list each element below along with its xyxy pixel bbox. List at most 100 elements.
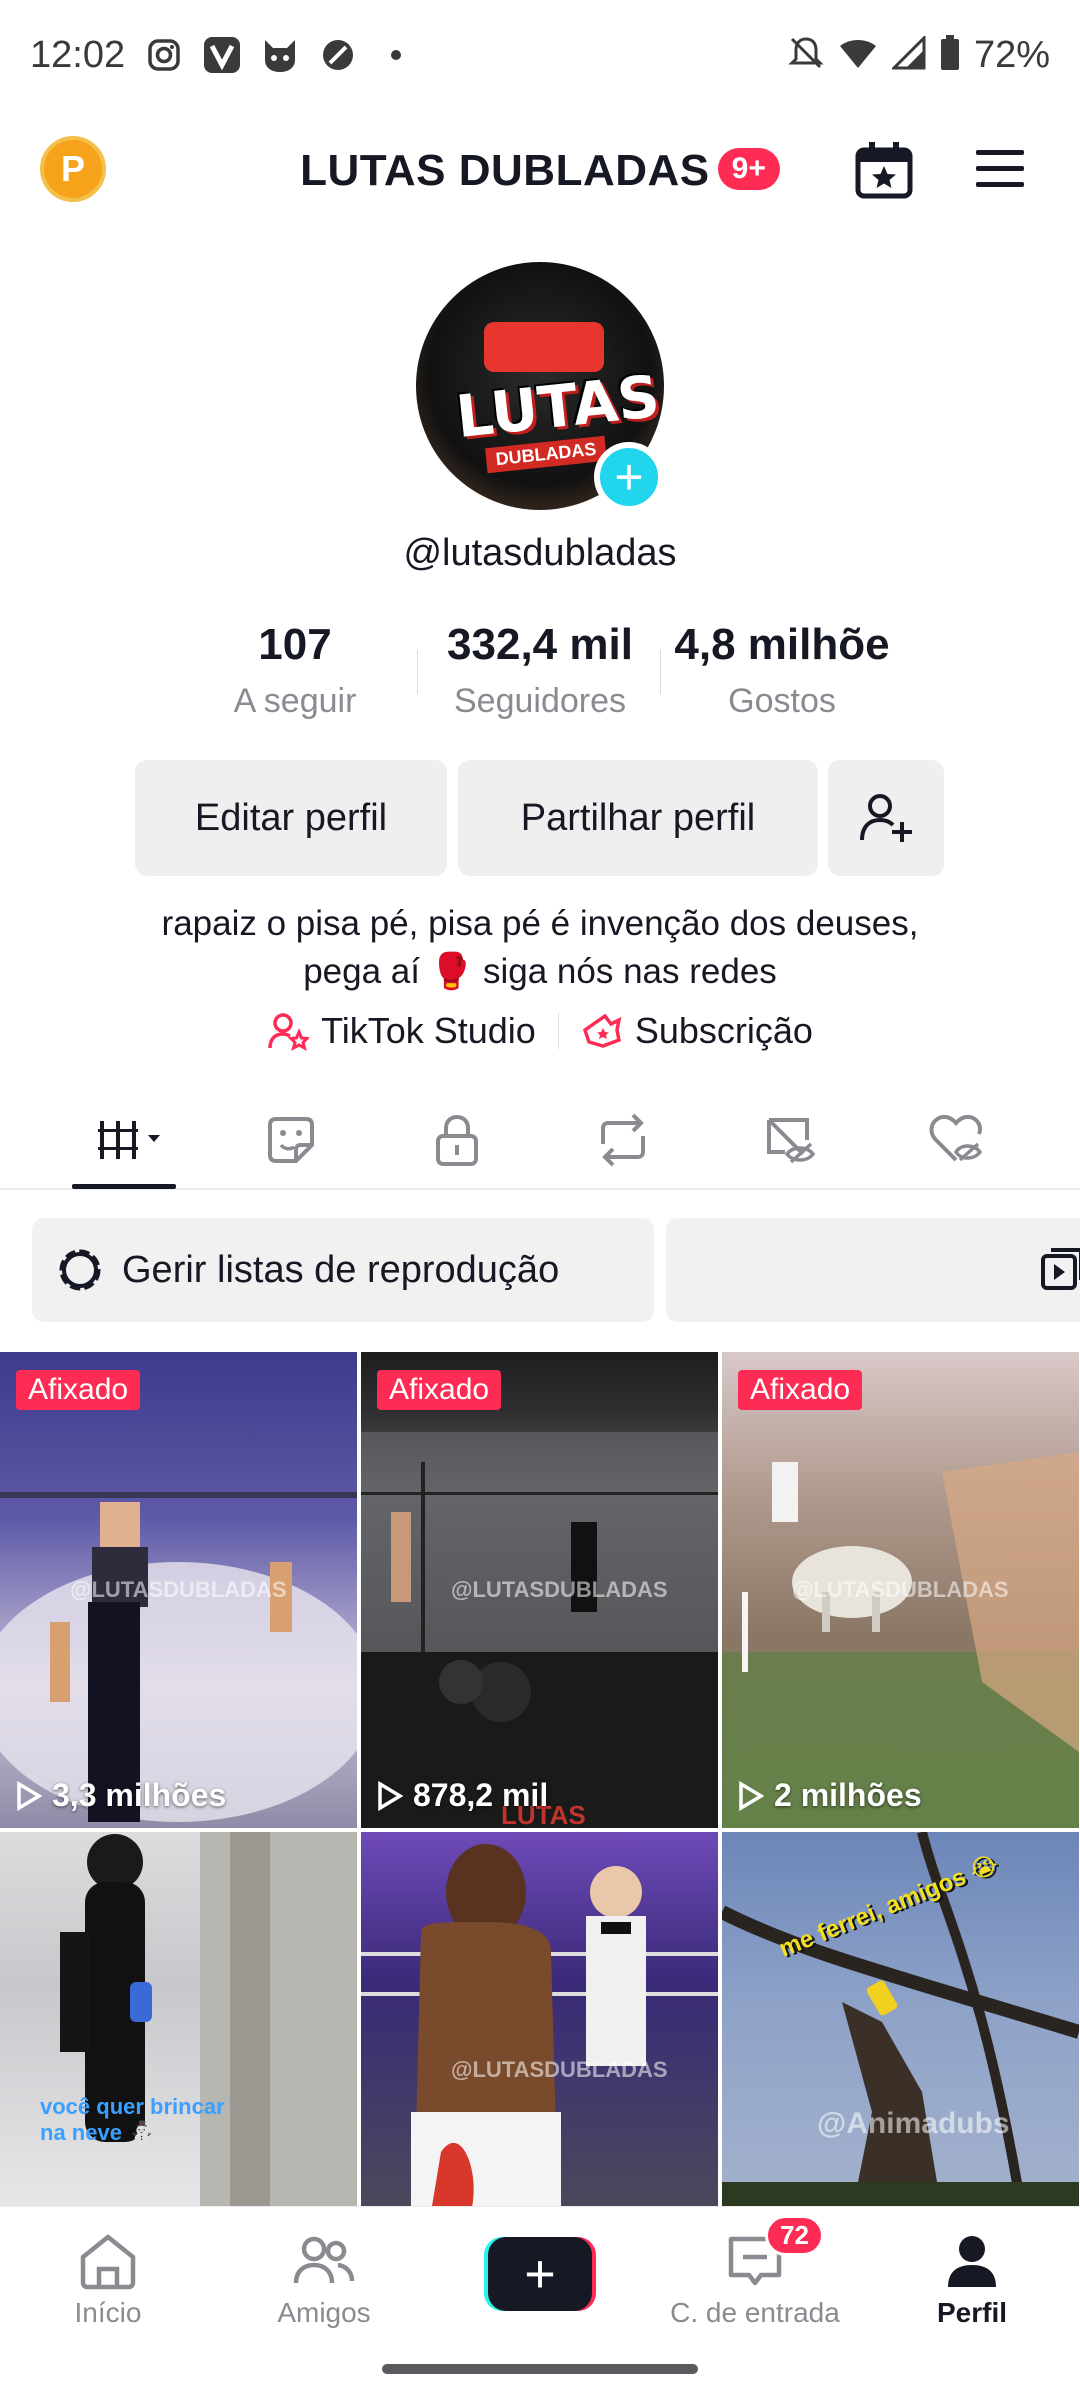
video-thumbnail[interactable]: @LUTASDUBLADAS — [361, 1832, 718, 2212]
video-thumbnail[interactable]: me ferrei, amigos 😭 @Animadubs — [722, 1832, 1079, 2212]
stat-label: Gostos — [728, 682, 836, 720]
calendar-star-button[interactable] — [852, 138, 916, 202]
video-thumbnail[interactable]: você quer brincar na neve ⛄ — [0, 1832, 357, 2212]
view-count-label: 3,3 milhões — [52, 1777, 227, 1813]
active-tab-indicator — [72, 1184, 176, 1189]
playlist-card[interactable] — [666, 1218, 1080, 1322]
pinned-badge: Afixado — [377, 1370, 502, 1410]
watermark: @LUTASDUBLADAS — [451, 2057, 668, 2082]
tab-private[interactable] — [422, 1108, 492, 1172]
profile-bio: rapaiz o pisa pé, pisa pé é invenção dos… — [0, 900, 1080, 996]
signal-icon — [890, 34, 926, 75]
stat-value: 107 — [258, 620, 332, 669]
add-story-button[interactable]: + — [594, 442, 664, 512]
share-profile-label: Partilhar perfil — [520, 796, 756, 839]
username: @lutasdubladas — [403, 532, 677, 574]
plus-icon: + — [488, 2237, 592, 2311]
studio-icon — [268, 1013, 310, 1052]
tab-liked[interactable] — [922, 1108, 992, 1172]
add-friend-button[interactable] — [828, 760, 944, 876]
stat-likes[interactable]: 4,8 milhõe Gostos — [662, 620, 902, 721]
video-thumbnail[interactable]: @LUTASDUBLADAS LUTAS Afixado 878,2 mil — [361, 1352, 718, 1828]
liked-hidden-icon — [929, 1114, 983, 1162]
stat-label: A seguir — [233, 682, 357, 720]
share-profile-button[interactable]: Partilhar perfil — [458, 760, 818, 876]
hidden-icon — [767, 1118, 816, 1164]
watermark: @LUTASDUBLADAS — [451, 1577, 668, 1602]
edit-profile-button[interactable]: Editar perfil — [135, 760, 447, 876]
profile-links: TikTok Studio Subscrição — [0, 1010, 1080, 1052]
no-sign-icon — [319, 36, 357, 74]
play-icon — [17, 1780, 42, 1811]
private-lock-icon — [436, 1114, 478, 1166]
edit-profile-label: Editar perfil — [194, 796, 388, 839]
link-divider — [557, 1013, 559, 1049]
avatar-logo-shape — [484, 322, 604, 372]
nav-profile[interactable]: Perfil — [882, 2229, 1062, 2329]
tiktok-studio-link[interactable]: TikTok Studio — [267, 1010, 536, 1052]
subscription-icon — [582, 1013, 622, 1048]
view-count: 2 milhões — [738, 1777, 922, 1814]
stat-value: 332,4 mil — [447, 620, 633, 669]
hamburger-icon — [976, 150, 1024, 187]
status-time: 12:02 — [30, 34, 126, 76]
gear-icon — [59, 1249, 101, 1291]
watermark: @LUTASDUBLADAS — [70, 1577, 287, 1602]
pinned-badge: Afixado — [16, 1370, 141, 1410]
thumbnail-art — [60, 1832, 357, 2212]
view-count: 3,3 milhões — [16, 1777, 226, 1814]
profile-title: LUTAS DUBLADAS — [300, 146, 710, 195]
status-bar: 12:02 72% — [0, 0, 1080, 110]
home-icon — [80, 2234, 136, 2290]
manage-playlists-button[interactable]: Gerir listas de reprodução — [32, 1218, 654, 1322]
v-app-icon — [203, 36, 241, 74]
notification-badge[interactable]: 9+ — [717, 148, 780, 190]
add-user-icon — [860, 794, 912, 842]
battery-percent: 72% — [973, 34, 1050, 76]
inbox-badge: 72 — [765, 2215, 824, 2256]
video-caption: você quer brincar na neve ⛄ — [40, 2094, 225, 2145]
create-button[interactable]: + — [484, 2237, 596, 2311]
stat-following[interactable]: 107 A seguir — [175, 620, 415, 721]
instagram-icon — [145, 36, 183, 74]
video-thumbnail[interactable]: @LUTASDUBLADAS Afixado 2 milhões — [722, 1352, 1079, 1828]
plus-icon: + — [614, 449, 644, 505]
tab-videos[interactable] — [90, 1108, 170, 1172]
content-tabs — [0, 1090, 1080, 1190]
stat-divider — [417, 650, 418, 694]
play-icon — [378, 1780, 403, 1811]
view-count: 878,2 mil — [377, 1777, 548, 1814]
stat-value: 4,8 milhõe — [674, 620, 890, 669]
nav-friends-label: Amigos — [277, 2297, 371, 2328]
tiktok-studio-label: TikTok Studio — [321, 1010, 536, 1051]
battery-icon — [940, 35, 960, 76]
stat-followers[interactable]: 332,4 mil Seguidores — [420, 620, 660, 721]
watermark: @LUTASDUBLADAS — [792, 1577, 1009, 1602]
calendar-star-icon — [855, 142, 913, 199]
watermark: @Animadubs — [817, 2107, 1010, 2140]
tab-hidden[interactable] — [756, 1108, 826, 1172]
home-indicator[interactable] — [382, 2364, 698, 2374]
nav-friends[interactable]: Amigos — [234, 2229, 414, 2329]
menu-button[interactable] — [970, 144, 1030, 194]
avatar-logo-text: LUTAS — [452, 362, 663, 452]
video-thumbnail[interactable]: @LUTASDUBLADAS Afixado 3,3 milhões — [0, 1352, 357, 1828]
bio-line: pega aí 🥊 siga nós nas redes — [303, 952, 777, 991]
thumbnail-art — [361, 1844, 718, 2212]
nav-home-label: Início — [74, 2297, 142, 2328]
cat-app-icon — [261, 36, 299, 74]
view-count-label: 2 milhões — [774, 1777, 922, 1813]
profile-icon — [948, 2236, 996, 2287]
mute-icon — [788, 35, 824, 76]
manage-playlists-label: Gerir listas de reprodução — [122, 1248, 560, 1291]
nav-home[interactable]: Início — [18, 2229, 198, 2329]
stickers-icon — [268, 1117, 314, 1163]
subscription-link[interactable]: Subscrição — [581, 1010, 813, 1052]
tab-stickers[interactable] — [256, 1108, 326, 1172]
play-icon — [739, 1780, 764, 1811]
wifi-icon — [838, 36, 878, 75]
pinned-badge: Afixado — [738, 1370, 863, 1410]
nav-inbox[interactable]: 72 C. de entrada — [665, 2215, 845, 2329]
tab-reposts[interactable] — [588, 1108, 658, 1172]
playlist-icon — [1041, 1248, 1080, 1290]
